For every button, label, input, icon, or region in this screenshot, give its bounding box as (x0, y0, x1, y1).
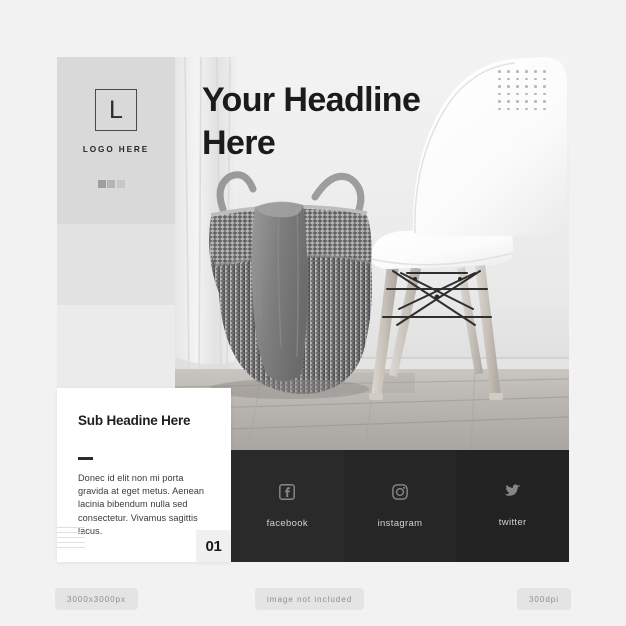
badge-notice: image not included (255, 588, 365, 610)
mockup-canvas: L LOGO HERE Your Headline Here Sub Headi… (57, 57, 570, 562)
sub-headline-title: Sub Headine Here (78, 413, 191, 428)
badge-dpi: 300dpi (516, 588, 571, 610)
logo-swatch-3 (116, 180, 125, 188)
badge-dimensions: 3000x3000px (55, 588, 139, 610)
page-headline: Your Headline Here (202, 81, 421, 162)
logo-swatch-row (57, 180, 175, 188)
social-item-facebook[interactable]: facebook (231, 450, 344, 562)
hero-image-area: Your Headline Here (175, 57, 569, 450)
logo-swatch-2 (107, 180, 116, 188)
social-footer: facebook instagram twitter (231, 450, 570, 562)
social-item-twitter[interactable]: twitter (456, 450, 570, 562)
logo-swatch-1 (97, 180, 106, 188)
dot-grid-decoration (498, 70, 552, 115)
logo-swatch-4 (126, 180, 135, 188)
social-label-instagram: instagram (377, 517, 423, 529)
logo-mark-box: L (95, 89, 137, 131)
social-label-facebook: facebook (266, 517, 309, 529)
social-label-twitter: twitter (498, 517, 527, 528)
sub-headline-card: Sub Headine Here Donec id elit non mi po… (57, 388, 231, 562)
twitter-icon (504, 484, 521, 499)
social-item-instagram[interactable]: instagram (343, 450, 457, 562)
slide-number-badge: 01 (196, 530, 231, 562)
facebook-icon (279, 483, 296, 500)
logo-caption: LOGO HERE (82, 145, 150, 154)
secondary-gray-panel (57, 224, 175, 305)
badge-row: 3000x3000px image not included 300dpi (0, 588, 626, 610)
tertiary-gray-panel (57, 305, 175, 388)
sub-headline-body: Donec id elit non mi porta gravida at eg… (78, 473, 205, 536)
title-divider (78, 457, 93, 460)
decorative-lines (57, 527, 85, 552)
instagram-icon (392, 483, 408, 500)
logo-panel: L LOGO HERE (57, 57, 175, 224)
logo-mark-letter: L (109, 95, 123, 124)
